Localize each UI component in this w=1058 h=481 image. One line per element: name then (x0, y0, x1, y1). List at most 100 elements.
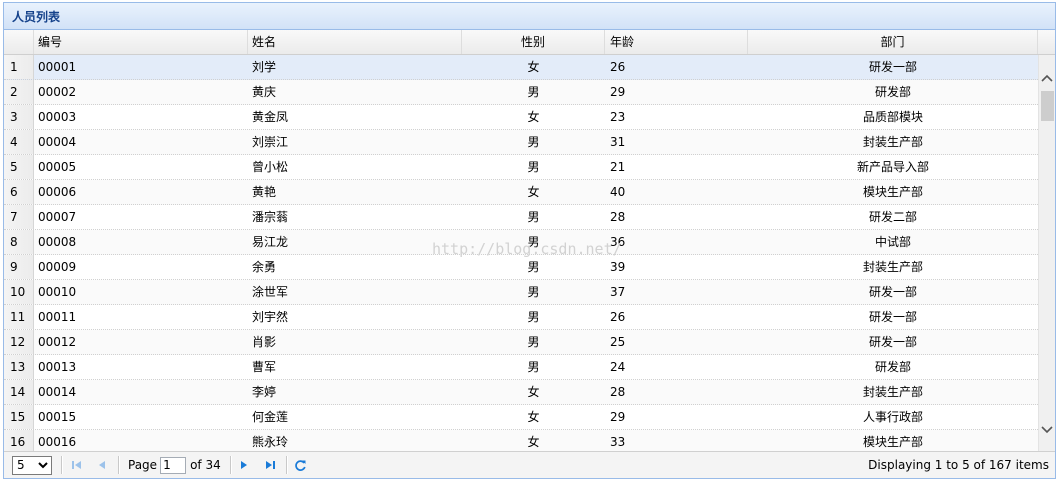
table-row[interactable]: 5 00005 曾小松 男 21 新产品导入部 (4, 155, 1038, 180)
grid-header: 编号 姓名 性别 年龄 部门 (4, 30, 1055, 55)
cell-age: 31 (610, 135, 626, 149)
cell-name: 涂世军 (252, 285, 289, 299)
cell-dept: 研发一部 (868, 310, 917, 324)
cell-num: 11 (4, 305, 34, 329)
cell-num: 7 (4, 205, 34, 229)
cell-gender: 男 (527, 285, 540, 299)
cell-name: 何金莲 (252, 410, 289, 424)
display-info: Displaying 1 to 5 of 167 items (868, 458, 1049, 472)
column-header-name[interactable]: 姓名 (248, 30, 462, 54)
table-row[interactable]: 14 00014 李婷 女 28 封装生产部 (4, 380, 1038, 405)
cell-dept: 封装生产部 (862, 135, 923, 149)
table-row[interactable]: 4 00004 刘崇江 男 31 封装生产部 (4, 130, 1038, 155)
cell-name: 黄庆 (252, 85, 277, 99)
cell-age: 37 (610, 285, 626, 299)
cell-num: 2 (4, 80, 34, 104)
cell-id: 00014 (38, 385, 77, 399)
cell-age: 21 (610, 160, 626, 174)
cell-name: 潘宗蓊 (252, 210, 289, 224)
table-row[interactable]: 11 00011 刘宇然 男 26 研发一部 (4, 305, 1038, 330)
cell-num: 16 (4, 430, 34, 451)
cell-gender: 女 (527, 185, 540, 199)
cell-dept: 研发一部 (868, 285, 917, 299)
cell-num: 1 (4, 55, 34, 79)
cell-dept: 研发二部 (868, 210, 917, 224)
cell-id: 00006 (38, 185, 77, 199)
table-row[interactable]: 1 00001 刘学 女 26 研发一部 (4, 55, 1038, 80)
column-header-age[interactable]: 年龄 (605, 30, 748, 54)
grid-body: 1 00001 刘学女 26 研发一部 2 00002 黄庆男 29 研发部 3 00003 黄金凤女 2… (4, 55, 1038, 451)
page-size-select[interactable]: 5 (12, 455, 52, 475)
cell-num: 5 (4, 155, 34, 179)
cell-name: 易江龙 (252, 235, 289, 249)
scroll-up-icon[interactable] (1039, 69, 1055, 86)
cell-age: 40 (610, 185, 626, 199)
table-row[interactable]: 3 00003 黄金凤 女 23 品质部模块 (4, 105, 1038, 130)
cell-gender: 男 (527, 160, 540, 174)
column-header-id[interactable]: 编号 (34, 30, 248, 54)
table-row[interactable]: 6 00006 黄艳 女 40 模块生产部 (4, 180, 1038, 205)
cell-num: 3 (4, 105, 34, 129)
table-row[interactable]: 8 00008 易江龙 男 36 中试部 (4, 230, 1038, 255)
first-page-icon[interactable] (70, 452, 84, 478)
scrollbar-thumb[interactable] (1041, 91, 1054, 121)
pagination-bar: 5 Page of 34 Displaying 1 to 5 of 167 it… (4, 451, 1055, 478)
cell-gender: 女 (527, 410, 540, 424)
table-row[interactable]: 15 00015 何金莲 女 29 人事行政部 (4, 405, 1038, 430)
vertical-scrollbar[interactable] (1038, 55, 1055, 451)
cell-gender: 男 (527, 360, 540, 374)
person-grid: 编号 姓名 性别 年龄 部门 1 00001 刘学女 26 研发一部 2 00002 黄庆男 2… (4, 30, 1055, 451)
table-row[interactable]: 2 00002 黄庆 男 29 研发部 (4, 80, 1038, 105)
cell-dept: 研发一部 (868, 335, 917, 349)
cell-num: 4 (4, 130, 34, 154)
cell-dept: 封装生产部 (862, 385, 923, 399)
table-row[interactable]: 9 00009 余勇 男 39 封装生产部 (4, 255, 1038, 280)
cell-age: 33 (610, 435, 626, 449)
cell-age: 36 (610, 235, 626, 249)
cell-dept: 研发一部 (868, 60, 917, 74)
cell-age: 24 (610, 360, 626, 374)
table-row[interactable]: 12 00012 肖影 男 25 研发一部 (4, 330, 1038, 355)
page-label: Page (128, 458, 158, 472)
page-number-input[interactable] (160, 456, 187, 474)
table-row[interactable]: 10 00010 涂世军 男 37 研发一部 (4, 280, 1038, 305)
cell-dept: 封装生产部 (862, 260, 923, 274)
pager-separator (118, 456, 120, 474)
cell-age: 29 (610, 410, 626, 424)
next-page-icon[interactable] (238, 452, 250, 478)
cell-id: 00007 (38, 210, 77, 224)
cell-gender: 女 (527, 435, 540, 449)
last-page-icon[interactable] (263, 452, 277, 478)
column-header-gender[interactable]: 性别 (462, 30, 605, 54)
pager-separator (61, 456, 63, 474)
refresh-icon[interactable] (294, 452, 307, 478)
cell-name: 刘崇江 (252, 135, 289, 149)
prev-page-icon[interactable] (96, 452, 108, 478)
cell-id: 00013 (38, 360, 77, 374)
cell-id: 00009 (38, 260, 77, 274)
cell-gender: 男 (527, 335, 540, 349)
cell-dept: 模块生产部 (862, 435, 923, 449)
cell-dept: 中试部 (874, 235, 911, 249)
column-header-dept[interactable]: 部门 (748, 30, 1038, 54)
cell-id: 00012 (38, 335, 77, 349)
scroll-down-icon[interactable] (1039, 421, 1055, 438)
cell-age: 28 (610, 385, 626, 399)
table-row[interactable]: 7 00007 潘宗蓊 男 28 研发二部 (4, 205, 1038, 230)
cell-gender: 男 (527, 135, 540, 149)
person-list-panel: 人员列表 编号 姓名 性别 年龄 部门 1 00001 刘学女 26 研发一部 2 0000… (3, 2, 1056, 479)
panel-header: 人员列表 (4, 3, 1055, 30)
table-row[interactable]: 13 00013 曹军 男 24 研发部 (4, 355, 1038, 380)
table-row[interactable]: 16 00016 熊永玲 女 33 模块生产部 (4, 430, 1038, 451)
cell-age: 26 (610, 310, 626, 324)
cell-name: 李婷 (252, 385, 277, 399)
cell-age: 26 (610, 60, 626, 74)
cell-id: 00001 (38, 60, 77, 74)
cell-gender: 男 (527, 310, 540, 324)
cell-id: 00011 (38, 310, 77, 324)
cell-name: 曾小松 (252, 160, 289, 174)
cell-gender: 女 (527, 385, 540, 399)
cell-num: 12 (4, 330, 34, 354)
cell-num: 10 (4, 280, 34, 304)
cell-id: 00002 (38, 85, 77, 99)
